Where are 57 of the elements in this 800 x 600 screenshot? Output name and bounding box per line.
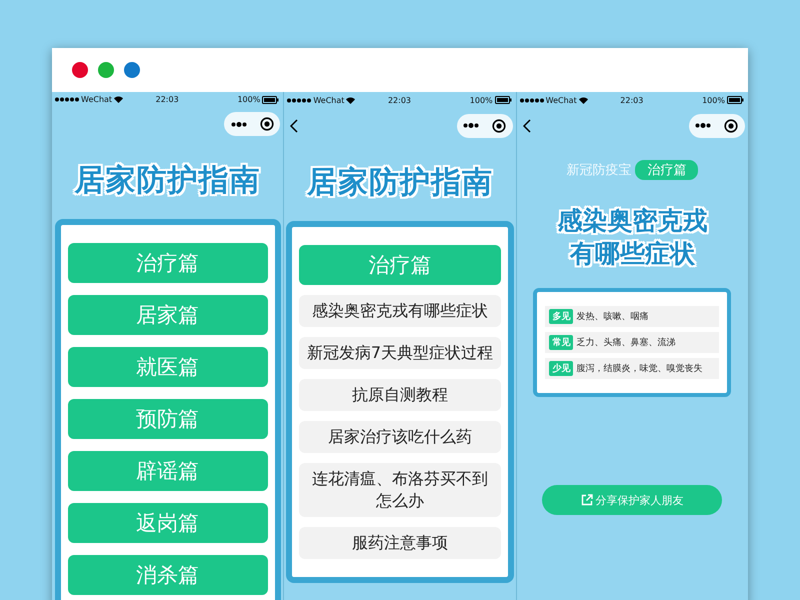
battery-icon — [726, 96, 744, 104]
symptom-text: 腹泻，结膜炎，味觉、嗅觉丧失 — [576, 362, 702, 375]
window-control-dot[interactable] — [98, 62, 114, 78]
article-heading: 有哪些症状 — [570, 238, 695, 270]
topic-button[interactable]: 感染奥密克戎有哪些症状 — [298, 295, 501, 327]
back-chevron-icon[interactable] — [290, 118, 298, 132]
status-time: 22:03 — [156, 95, 179, 104]
category-button[interactable]: 就医篇 — [68, 347, 268, 387]
window-control-dot[interactable] — [72, 62, 88, 78]
topic-button[interactable]: 抗原自测教程 — [298, 379, 501, 411]
close-target-icon[interactable] — [260, 117, 274, 131]
frequency-label: 多见 — [549, 309, 574, 324]
symptom-text: 乏力、头痛、鼻塞、流涕 — [576, 336, 676, 349]
back-chevron-icon[interactable] — [522, 118, 531, 132]
signal-icon — [287, 98, 312, 102]
more-dots-icon[interactable] — [230, 122, 247, 126]
carrier-name: WeChat — [81, 95, 112, 104]
category-button[interactable]: 居家篇 — [68, 295, 268, 335]
battery-percent: 100% — [702, 96, 725, 104]
page-title: 居家防护指南 — [306, 164, 493, 202]
battery-percent: 100% — [470, 96, 493, 104]
category-button[interactable]: 辟谣篇 — [68, 451, 268, 491]
wifi-icon — [578, 96, 588, 104]
frequency-label: 常见 — [549, 335, 574, 350]
app-name: 新冠防疫宝 — [566, 162, 632, 179]
wifi-icon — [114, 96, 124, 103]
close-target-icon[interactable] — [724, 118, 738, 132]
topic-button[interactable]: 连花清瘟、布洛芬买不到怎么办 — [298, 463, 501, 517]
topic-button[interactable]: 居家治疗该吃什么药 — [298, 421, 501, 453]
signal-icon — [55, 97, 79, 102]
category-button[interactable]: 治疗篇 — [68, 243, 268, 283]
topic-button[interactable]: 新冠发病7天典型症状过程 — [298, 337, 501, 369]
carrier-name: WeChat — [313, 96, 344, 104]
frequency-label: 少见 — [549, 361, 574, 376]
category-button[interactable]: 预防篇 — [68, 399, 268, 439]
category-button[interactable]: 治疗篇 — [298, 245, 501, 285]
close-target-icon[interactable] — [492, 118, 506, 132]
window-control-dot[interactable] — [124, 62, 140, 78]
category-button[interactable]: 返岗篇 — [68, 503, 268, 543]
topic-button[interactable]: 服药注意事项 — [298, 527, 501, 559]
more-dots-icon[interactable] — [695, 123, 712, 128]
more-dots-icon[interactable] — [463, 123, 480, 128]
symptom-text: 发热、咳嗽、咽痛 — [576, 310, 648, 323]
share-icon — [581, 494, 594, 506]
article-heading: 感染奥密克戎 — [557, 205, 708, 237]
battery-icon — [262, 96, 280, 104]
signal-icon — [520, 98, 544, 102]
battery-icon — [494, 96, 512, 104]
carrier-name: WeChat — [546, 96, 577, 104]
share-button[interactable]: 分享保护家人朋友 — [542, 485, 722, 515]
status-time: 22:03 — [620, 96, 644, 104]
category-tag: 治疗篇 — [635, 160, 698, 180]
battery-percent: 100% — [237, 95, 260, 104]
page-title: 居家防护指南 — [74, 162, 261, 200]
category-button[interactable]: 消杀篇 — [68, 555, 268, 595]
wifi-icon — [346, 96, 356, 104]
status-time: 22:03 — [388, 96, 412, 104]
